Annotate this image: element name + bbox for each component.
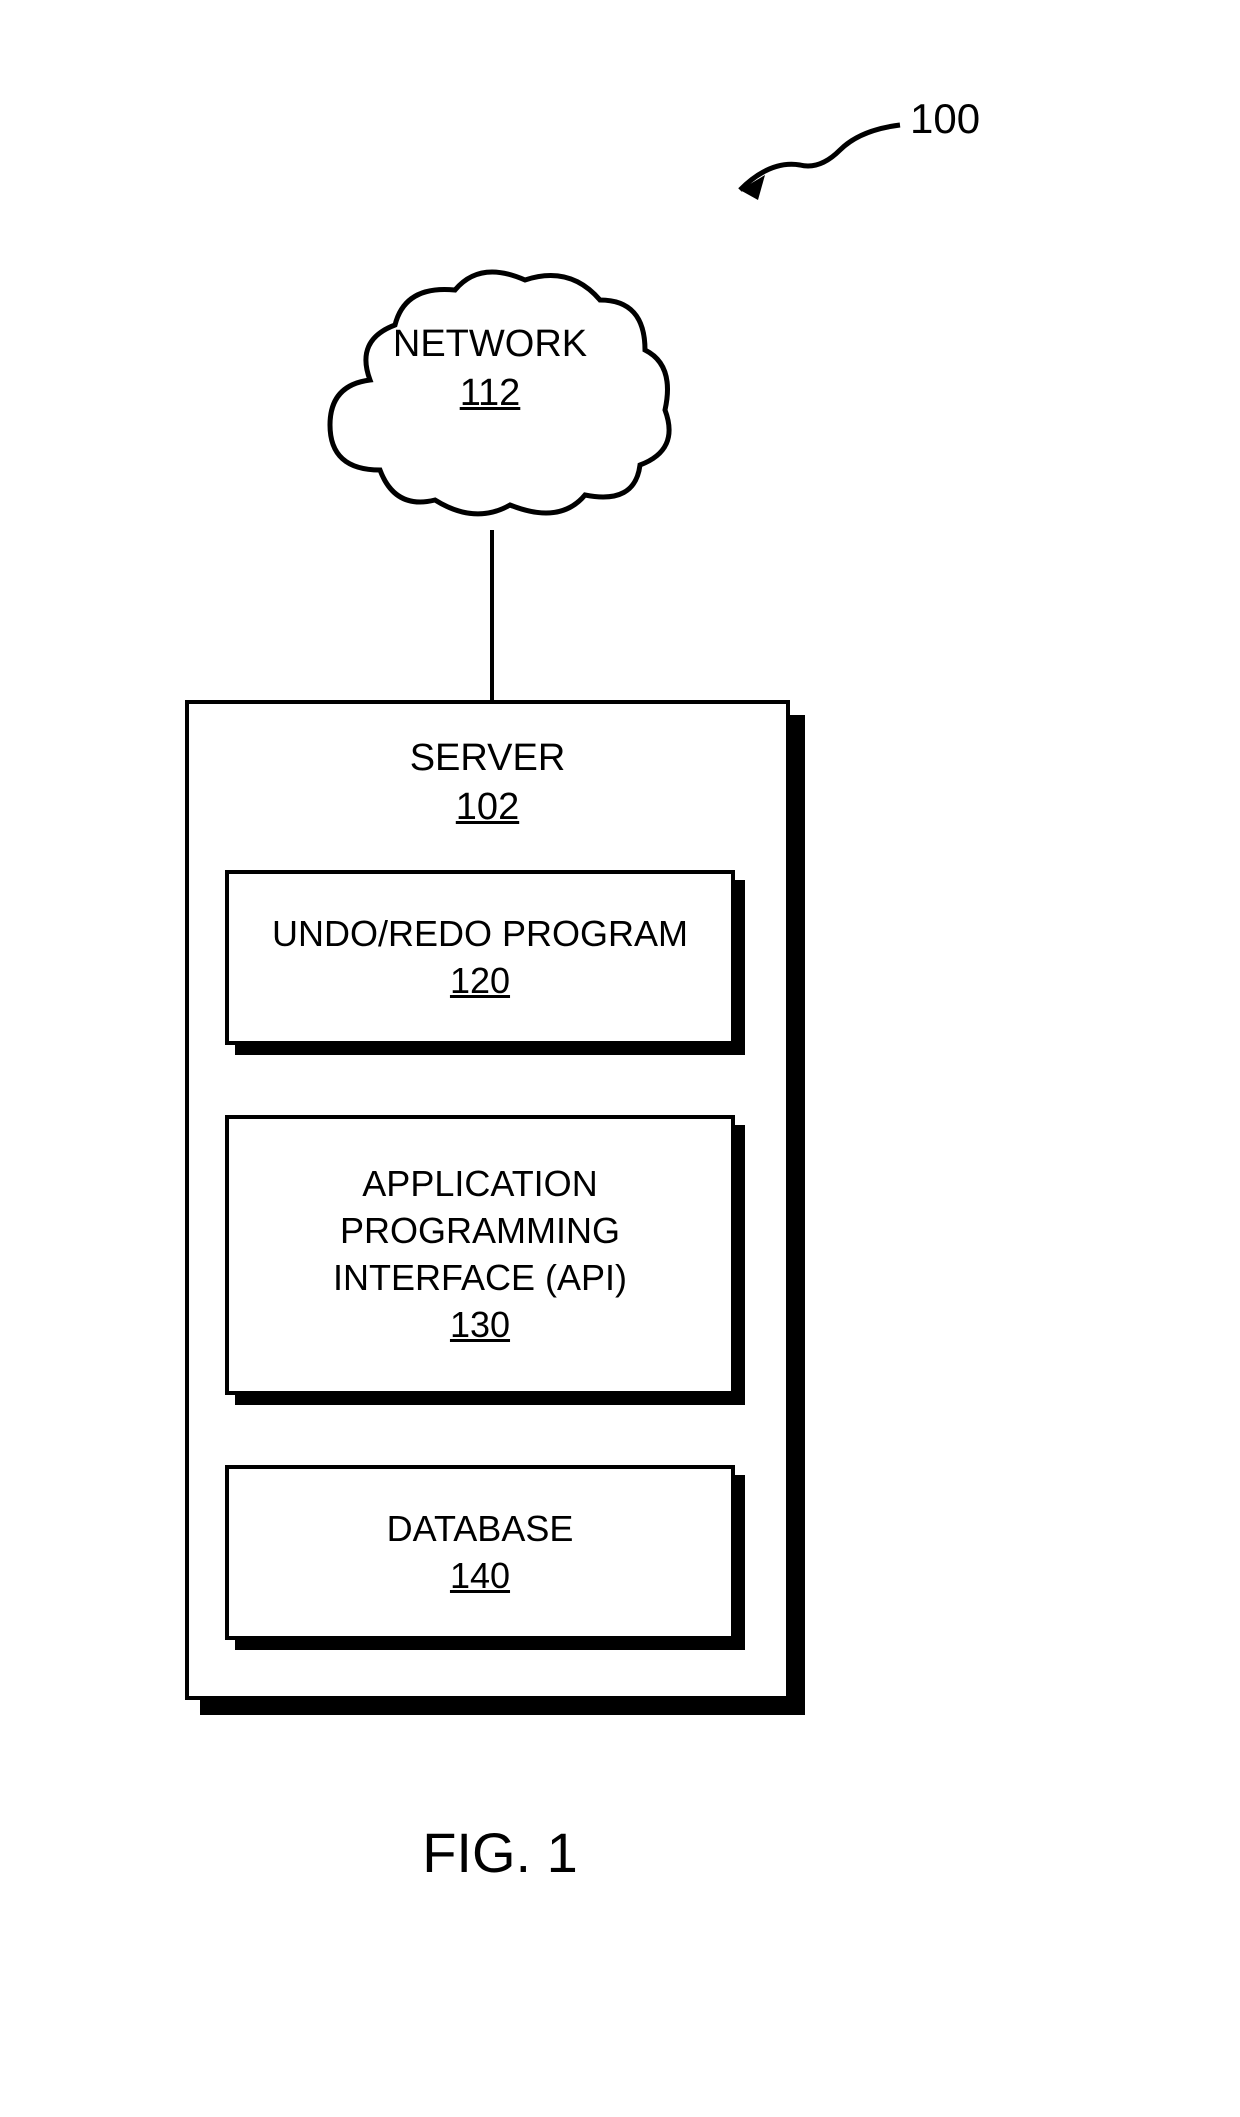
reference-arrow-icon <box>710 115 910 215</box>
diagram-container: 100 NETWORK 112 SERVER 102 UNDO/REDO PRO… <box>0 0 1240 2117</box>
server-number: 102 <box>189 783 786 832</box>
program-number: 120 <box>450 958 510 1005</box>
api-number: 130 <box>450 1302 510 1349</box>
reference-number-label: 100 <box>910 95 980 143</box>
database-box: DATABASE 140 <box>225 1465 735 1640</box>
server-header: SERVER 102 <box>189 734 786 833</box>
api-box: APPLICATION PROGRAMMING INTERFACE (API) … <box>225 1115 735 1395</box>
database-number: 140 <box>450 1553 510 1600</box>
network-number: 112 <box>300 369 680 418</box>
api-label-line2: PROGRAMMING <box>340 1208 620 1255</box>
database-label: DATABASE <box>387 1506 574 1553</box>
connector-line <box>490 530 494 700</box>
network-cloud-text: NETWORK 112 <box>300 320 680 419</box>
api-label-line3: INTERFACE (API) <box>333 1255 627 1302</box>
program-box: UNDO/REDO PROGRAM 120 <box>225 870 735 1045</box>
program-label: UNDO/REDO PROGRAM <box>272 911 688 958</box>
network-label: NETWORK <box>300 320 680 369</box>
server-label: SERVER <box>189 734 786 783</box>
api-label-line1: APPLICATION <box>362 1161 597 1208</box>
figure-caption: FIG. 1 <box>0 1820 1000 1885</box>
